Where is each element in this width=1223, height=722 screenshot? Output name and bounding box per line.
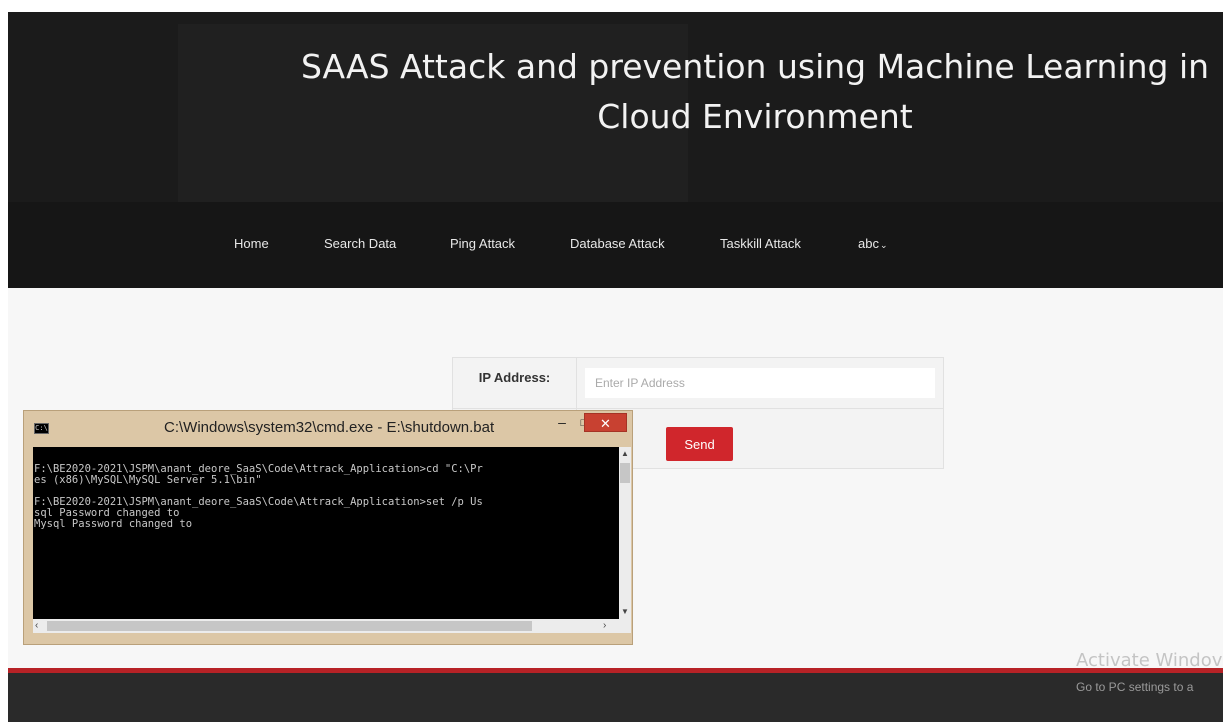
site-footer — [8, 673, 1223, 722]
activate-windows-subtitle: Go to PC settings to a — [1076, 680, 1194, 694]
nav-item-abc-dropdown[interactable]: abc⌄ — [858, 236, 888, 251]
console-line: es (x86)\MySQL\MySQL Server 5.1\bin" — [34, 474, 262, 486]
nav-item-ping-attack[interactable]: Ping Attack — [450, 236, 515, 251]
scroll-thumb-horizontal[interactable] — [47, 621, 532, 631]
page: SAAS Attack and prevention using Machine… — [0, 0, 1223, 722]
nav-item-search-data[interactable]: Search Data — [324, 236, 396, 251]
nav-item-taskkill-attack[interactable]: Taskkill Attack — [720, 236, 801, 251]
cmd-vertical-scrollbar[interactable]: ▲ ▼ — [619, 447, 631, 619]
site-title: SAAS Attack and prevention using Machine… — [300, 47, 1210, 136]
resize-grip[interactable] — [619, 619, 631, 633]
ip-address-label: IP Address: — [478, 370, 551, 385]
scroll-up-icon[interactable]: ▲ — [619, 447, 631, 461]
nav-item-abc-label: abc — [858, 236, 879, 251]
close-icon[interactable]: ✕ — [584, 413, 627, 432]
cmd-app-icon: C:\ — [34, 423, 49, 434]
chevron-down-icon: ⌄ — [879, 240, 888, 250]
cmd-titlebar[interactable]: C:\ C:\Windows\system32\cmd.exe - E:\shu… — [24, 411, 632, 447]
nav-item-home[interactable]: Home — [234, 236, 269, 251]
cmd-window-title: C:\Windows\system32\cmd.exe - E:\shutdow… — [164, 419, 495, 436]
send-button[interactable]: Send — [666, 427, 733, 461]
console-line: Mysql Password changed to — [34, 518, 193, 530]
cmd-window[interactable]: C:\ C:\Windows\system32\cmd.exe - E:\shu… — [23, 410, 633, 645]
main-nav: Home Search Data Ping Attack Database At… — [8, 202, 1223, 288]
activate-windows-title: Activate Windov — [1076, 650, 1223, 671]
cmd-console-output[interactable]: F:\BE2020-2021\JSPM\anant_deore_SaaS\Cod… — [33, 447, 619, 619]
scroll-down-icon[interactable]: ▼ — [619, 605, 631, 619]
scroll-thumb[interactable] — [620, 463, 630, 483]
minimize-icon[interactable]: – — [552, 414, 572, 432]
cmd-horizontal-scrollbar[interactable]: ‹ › — [33, 619, 619, 633]
ip-address-input[interactable] — [585, 368, 935, 398]
scroll-right-icon[interactable]: › — [603, 619, 615, 633]
nav-item-database-attack[interactable]: Database Attack — [570, 236, 665, 251]
form-divider-horizontal — [453, 408, 943, 409]
scroll-left-icon[interactable]: ‹ — [35, 619, 47, 633]
